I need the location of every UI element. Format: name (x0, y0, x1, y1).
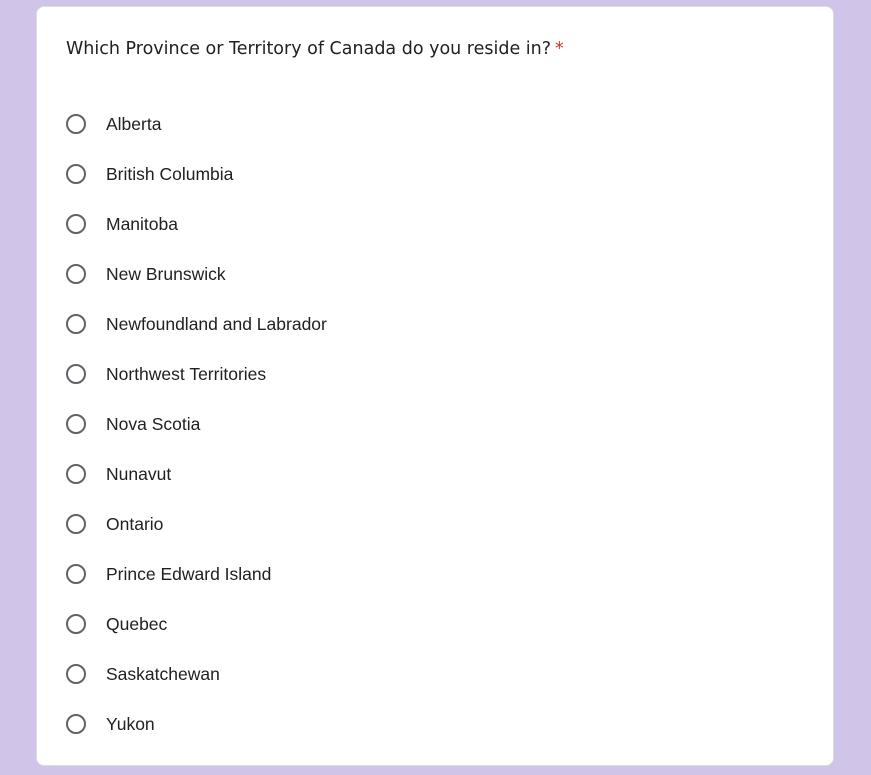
radio-button-icon[interactable] (66, 164, 86, 184)
question-title: Which Province or Territory of Canada do… (66, 39, 564, 59)
radio-button-icon[interactable] (66, 364, 86, 384)
radio-button-icon[interactable] (66, 414, 86, 434)
option-label: New Brunswick (106, 263, 226, 284)
radio-button-icon[interactable] (66, 264, 86, 284)
option-quebec[interactable]: Quebec (66, 599, 327, 649)
option-new-brunswick[interactable]: New Brunswick (66, 249, 327, 299)
option-manitoba[interactable]: Manitoba (66, 199, 327, 249)
radio-button-icon[interactable] (66, 664, 86, 684)
option-british-columbia[interactable]: British Columbia (66, 149, 327, 199)
option-label: Prince Edward Island (106, 563, 272, 584)
radio-button-icon[interactable] (66, 214, 86, 234)
radio-group: Alberta British Columbia Manitoba New Br… (66, 99, 327, 749)
option-label: Quebec (106, 613, 168, 634)
question-card: Which Province or Territory of Canada do… (36, 6, 834, 766)
radio-button-icon[interactable] (66, 114, 86, 134)
option-label: Newfoundland and Labrador (106, 313, 327, 334)
form-page: Which Province or Territory of Canada do… (0, 0, 871, 775)
option-newfoundland-and-labrador[interactable]: Newfoundland and Labrador (66, 299, 327, 349)
option-saskatchewan[interactable]: Saskatchewan (66, 649, 327, 699)
option-label: Saskatchewan (106, 663, 220, 684)
question-text: Which Province or Territory of Canada do… (66, 39, 552, 59)
radio-button-icon[interactable] (66, 564, 86, 584)
required-asterisk: * (555, 39, 564, 59)
option-label: Northwest Territories (106, 363, 267, 384)
option-northwest-territories[interactable]: Northwest Territories (66, 349, 327, 399)
radio-button-icon[interactable] (66, 714, 86, 734)
radio-button-icon[interactable] (66, 314, 86, 334)
radio-button-icon[interactable] (66, 514, 86, 534)
option-label: British Columbia (106, 163, 234, 184)
radio-button-icon[interactable] (66, 614, 86, 634)
radio-button-icon[interactable] (66, 464, 86, 484)
option-ontario[interactable]: Ontario (66, 499, 327, 549)
option-nunavut[interactable]: Nunavut (66, 449, 327, 499)
option-prince-edward-island[interactable]: Prince Edward Island (66, 549, 327, 599)
option-label: Nunavut (106, 463, 172, 484)
option-label: Yukon (106, 713, 155, 734)
option-alberta[interactable]: Alberta (66, 99, 327, 149)
option-label: Manitoba (106, 213, 178, 234)
option-label: Alberta (106, 113, 162, 134)
option-label: Nova Scotia (106, 413, 201, 434)
option-label: Ontario (106, 513, 164, 534)
option-yukon[interactable]: Yukon (66, 699, 327, 749)
option-nova-scotia[interactable]: Nova Scotia (66, 399, 327, 449)
